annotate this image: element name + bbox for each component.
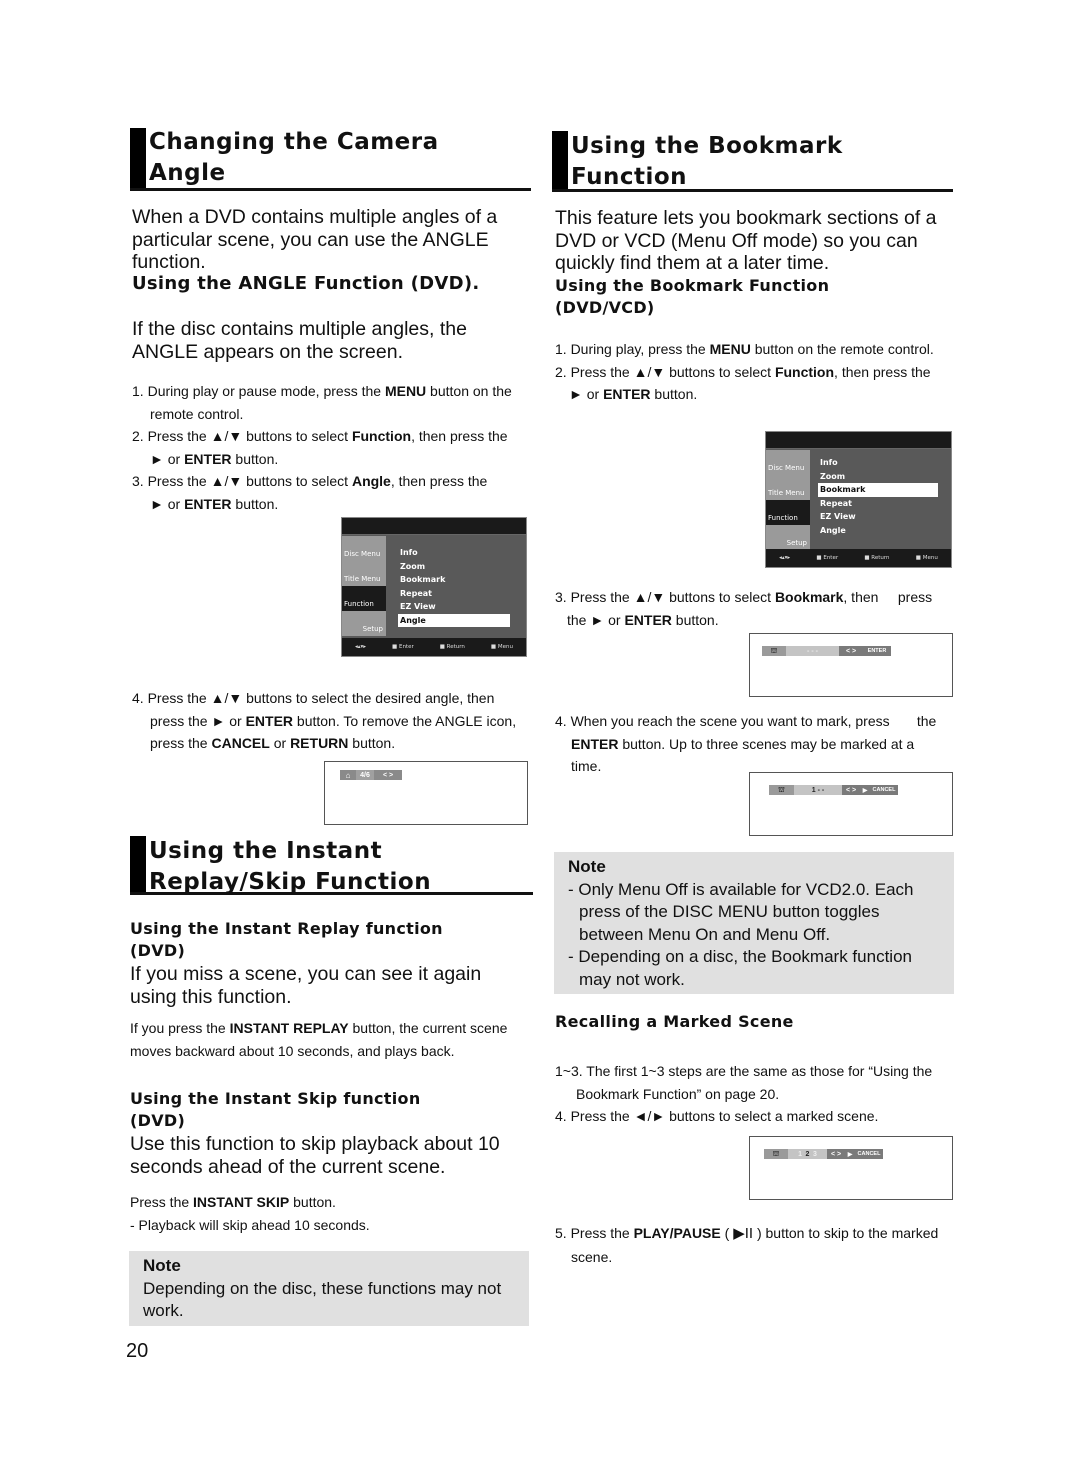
bookmark-osd-screen-select: ⛫ 1 2 3 < > ▶ CANCEL (749, 1136, 953, 1200)
heading-line: Using the Bookmark (571, 133, 843, 159)
angle-value: 4/6 (356, 770, 374, 780)
bookmark-arrows: < > (827, 1149, 845, 1159)
menu-item-selected: Bookmark (818, 483, 938, 497)
menu-item: Repeat (820, 498, 852, 508)
menu-side-setup: Setup (766, 525, 810, 550)
footer-enter: Enter (398, 644, 414, 650)
note-item: - Only Menu Off is available for VCD2.0.… (568, 879, 914, 944)
bookmark-osd-screen-marked: ⛫ 1 - - < > ▶ CANCEL (749, 772, 953, 836)
menu-item: Angle (820, 525, 846, 535)
note-text: Depending on the disc, these functions m… (143, 1278, 502, 1321)
play-pause-icon: ▶II (733, 1225, 754, 1242)
heading-bookmark-function: Using the Bookmark Function (552, 131, 953, 192)
subheading-instant-skip: Using the Instant Skip function (DVD) (130, 1089, 421, 1130)
menu-item: Info (400, 548, 418, 557)
bookmark-intro: This feature lets you bookmark sections … (555, 207, 937, 274)
heading-instant-replay-skip: Using the Instant Replay/Skip Function (130, 836, 533, 895)
subheading-angle-function: Using the ANGLE Function (DVD). (132, 273, 480, 294)
nav-pad-icon: ◂▴▾▸ (779, 555, 791, 561)
bookmark-icon: ⛫ (764, 1149, 788, 1159)
note-item: - Depending on a disc, the Bookmark func… (568, 947, 912, 989)
bookmark-slots: 1 - - (794, 785, 842, 795)
menu-item: Repeat (400, 588, 432, 598)
camera-step-4: 4. Press the ▲/▼ buttons to select the d… (132, 690, 517, 751)
note-box-bookmark: Note - Only Menu Off is available for VC… (554, 852, 954, 994)
footer-menu: Menu (922, 555, 938, 561)
bookmark-slot-3: 3 (813, 1149, 827, 1159)
note-box-replay: Note Depending on the disc, these functi… (129, 1251, 529, 1326)
step-3: 3. Press the ▲/▼ buttons to select Angle… (132, 473, 488, 512)
camera-steps: 1. During play or pause mode, press the … (132, 380, 532, 515)
play-icon: ▶ (845, 1149, 855, 1159)
menu-item: Bookmark (400, 575, 446, 584)
heading-bar (130, 836, 146, 892)
play-icon: ▶ (860, 785, 870, 795)
recall-step-5: 5. Press the PLAY/PAUSE ( ▶II ) button t… (555, 1225, 939, 1265)
angle-arrows: < > (374, 770, 402, 780)
footer-menu: Menu (497, 644, 513, 650)
menu-side-disc-menu: Disc Menu (342, 536, 386, 561)
bookmark-icon: ⛫ (769, 785, 794, 795)
menu-side-function: Function (342, 586, 386, 611)
page-number: 20 (126, 1340, 149, 1362)
menu-side-setup: Setup (342, 611, 386, 636)
angle-osd-screen: ⌂ 4/6 < > (324, 761, 528, 825)
note-title: Note (143, 1256, 181, 1275)
footer-return: Return (446, 644, 465, 650)
bookmark-slot-2: 2 (802, 1149, 813, 1159)
heading-recalling-marked-scene: Recalling a Marked Scene (555, 1012, 794, 1031)
camera-intro: When a DVD contains multiple angles of a… (132, 206, 498, 273)
heading-line: Replay/Skip Function (149, 869, 432, 895)
nav-pad-icon: ◂▴▾▸ (354, 644, 367, 650)
replay-text: If you press the INSTANT REPLAY button, … (130, 1020, 508, 1059)
heading-changing-camera-angle: Changing the Camera Angle (130, 128, 531, 191)
bookmark-icon: ⛫ (762, 646, 786, 656)
menu-item: Info (820, 458, 838, 467)
bookmark-arrows: < > (839, 646, 863, 656)
heading-line: Function (571, 164, 688, 190)
step-1: 1. During play or pause mode, press the … (132, 383, 512, 422)
skip-text: Press the INSTANT SKIP button. - Playbac… (130, 1191, 530, 1236)
menu-side-disc-menu: Disc Menu (766, 450, 810, 475)
bookmark-cancel-label: CANCEL (855, 1149, 883, 1159)
step-2: 2. Press the ▲/▼ buttons to select Funct… (132, 428, 508, 467)
subheading-bookmark-dvd-vcd: Using the Bookmark Function (DVD/VCD) (555, 276, 830, 317)
replay-intro: If you miss a scene, you can see it agai… (130, 963, 482, 1008)
function-menu-screen-angle: Disc Menu Title Menu Function Setup Info… (341, 517, 527, 657)
menu-item: EZ View (400, 602, 436, 611)
bookmark-step-4: 4. When you reach the scene you want to … (555, 713, 937, 774)
menu-item: EZ View (820, 512, 856, 521)
bookmark-steps-1-2: 1. During play, press the MENU button on… (555, 341, 934, 402)
bookmark-osd-screen-empty: ⛫ - - - < > ENTER (749, 633, 953, 697)
heading-bar (552, 131, 568, 189)
footer-enter: Enter (823, 555, 839, 561)
menu-side-title-menu: Title Menu (766, 475, 810, 500)
bookmark-enter-label: ENTER (863, 646, 891, 656)
menu-side-title-menu: Title Menu (342, 561, 386, 586)
bookmark-slots: - - - (786, 646, 839, 656)
bookmark-slot-1: 1 (788, 1149, 802, 1159)
recall-steps: 1~3. The first 1~3 steps are the same as… (555, 1063, 933, 1124)
function-menu-screen-bookmark: Disc Menu Title Menu Function Setup Info… (765, 431, 952, 568)
skip-bullet: - Playback will skip ahead 10 seconds. (130, 1216, 370, 1233)
bookmark-arrows: < > (842, 785, 860, 795)
subheading-instant-replay: Using the Instant Replay function (DVD) (130, 919, 443, 960)
angle-intro: If the disc contains multiple angles, th… (132, 318, 467, 363)
menu-side-function: Function (766, 500, 810, 525)
camera-icon: ⌂ (340, 770, 356, 780)
menu-item: Zoom (400, 561, 426, 571)
menu-item: Zoom (820, 471, 846, 481)
note-title: Note (568, 857, 606, 876)
bookmark-step-3: 3. Press the ▲/▼ buttons to select Bookm… (555, 589, 933, 628)
menu-item-selected: Angle (398, 613, 510, 627)
heading-line: Angle (149, 160, 226, 186)
heading-line: Using the Instant (149, 838, 383, 864)
heading-bar (130, 128, 146, 188)
bookmark-cancel-label: CANCEL (870, 785, 898, 795)
heading-line: Changing the Camera (149, 129, 439, 155)
footer-return: Return (871, 555, 890, 561)
skip-intro: Use this function to skip playback about… (130, 1133, 500, 1178)
